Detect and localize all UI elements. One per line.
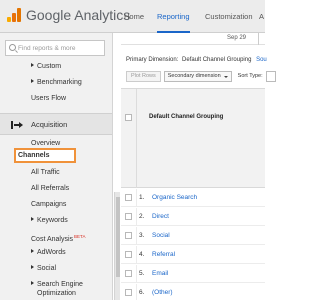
- channels-table: Default Channel Grouping 1. Organic Sear…: [121, 88, 265, 300]
- primary-dimension-value: Default Channel Grouping: [182, 57, 252, 63]
- table-row: 3. Social: [121, 227, 265, 245]
- tab-reporting[interactable]: Reporting: [157, 0, 190, 33]
- row-channel-link[interactable]: Referral: [152, 251, 175, 258]
- primary-dimension-row: Primary Dimension: Default Channel Group…: [126, 57, 267, 63]
- expand-arrow-icon: [31, 217, 34, 221]
- report-search-box[interactable]: [5, 40, 105, 56]
- row-checkbox[interactable]: [125, 213, 132, 220]
- row-index: 3.: [139, 232, 145, 239]
- table-row: 6. (Other): [121, 284, 265, 300]
- expand-arrow-icon: [31, 79, 34, 83]
- table-row: 2. Direct: [121, 208, 265, 226]
- sidebar-item-channels[interactable]: Channels: [18, 151, 50, 161]
- select-all-checkbox[interactable]: [125, 114, 132, 121]
- logo-text: Google Analytics: [26, 7, 131, 23]
- sidebar-section-acquisition[interactable]: Acquisition: [0, 113, 112, 135]
- section-label: Acquisition: [31, 120, 68, 129]
- sidebar-item-social[interactable]: Social: [31, 264, 56, 274]
- row-checkbox[interactable]: [125, 251, 132, 258]
- secondary-dimension-select[interactable]: Secondary dimension: [163, 71, 232, 82]
- sidebar-item-seo-line2[interactable]: Optimization: [37, 289, 76, 299]
- sidebar-item-all-traffic[interactable]: All Traffic: [31, 168, 60, 178]
- row-index: 6.: [139, 289, 145, 296]
- sort-type-label: Sort Type:: [237, 73, 263, 79]
- sidebar-item-cost-analysis[interactable]: Cost AnalysisBETA: [31, 232, 85, 245]
- row-channel-link[interactable]: (Other): [152, 289, 173, 296]
- table-row: 4. Referral: [121, 246, 265, 264]
- sort-type-select[interactable]: [265, 71, 276, 82]
- sidebar-item-campaigns[interactable]: Campaigns: [31, 200, 66, 210]
- row-channel-link[interactable]: Direct: [152, 213, 169, 220]
- chevron-down-icon: [223, 75, 228, 78]
- primary-dimension-label: Primary Dimension:: [126, 57, 179, 63]
- row-channel-link[interactable]: Social: [152, 232, 170, 239]
- table-row: 5. Email: [121, 265, 265, 283]
- expand-arrow-icon: [31, 63, 34, 67]
- row-checkbox[interactable]: [125, 194, 132, 201]
- sidebar-item-custom[interactable]: Custom: [31, 62, 61, 72]
- row-index: 2.: [139, 213, 145, 220]
- row-channel-link[interactable]: Email: [152, 270, 168, 277]
- scrollbar-thumb[interactable]: [116, 197, 120, 277]
- timeline-bar: Sep 29: [121, 33, 265, 45]
- report-toolbar: Plot Rows Secondary dimension Sort Type:: [126, 71, 276, 82]
- row-checkbox[interactable]: [125, 289, 132, 296]
- sidebar-scrollbar[interactable]: [114, 192, 120, 300]
- row-checkbox[interactable]: [125, 270, 132, 277]
- row-checkbox[interactable]: [125, 232, 132, 239]
- date-label: Sep 29: [227, 35, 247, 41]
- analytics-logo-icon: [7, 8, 21, 22]
- primary-dimension-source-link[interactable]: Sou: [256, 57, 267, 63]
- google-analytics-logo[interactable]: Google Analytics: [7, 7, 130, 23]
- sidebar-item-all-referrals[interactable]: All Referrals: [31, 184, 69, 194]
- beta-badge: BETA: [74, 234, 86, 239]
- tab-admin-partial[interactable]: A: [259, 0, 264, 33]
- search-icon: [9, 44, 16, 51]
- acquisition-arrow-icon: [11, 121, 23, 129]
- sidebar-item-users-flow[interactable]: Users Flow: [31, 94, 66, 104]
- tab-customization[interactable]: Customization: [205, 0, 253, 33]
- table-row: 1. Organic Search: [121, 189, 265, 207]
- expand-arrow-icon: [31, 265, 34, 269]
- row-index: 5.: [139, 270, 145, 277]
- table-header: Default Channel Grouping: [121, 89, 265, 188]
- sidebar: Custom Benchmarking Users Flow Acquisiti…: [0, 33, 113, 300]
- tab-home[interactable]: Home: [124, 0, 144, 33]
- expand-arrow-icon: [31, 281, 34, 285]
- report-search-input[interactable]: [18, 42, 104, 54]
- top-header: Google Analytics Home Reporting Customiz…: [0, 0, 265, 33]
- sidebar-item-keywords[interactable]: Keywords: [31, 216, 68, 226]
- sidebar-item-benchmarking[interactable]: Benchmarking: [31, 78, 82, 88]
- sidebar-item-adwords[interactable]: AdWords: [31, 248, 66, 258]
- column-header-channel-grouping[interactable]: Default Channel Grouping: [149, 114, 223, 120]
- expand-arrow-icon: [31, 249, 34, 253]
- plot-rows-button[interactable]: Plot Rows: [126, 71, 161, 82]
- row-channel-link[interactable]: Organic Search: [152, 194, 197, 201]
- row-index: 1.: [139, 194, 145, 201]
- row-index: 4.: [139, 251, 145, 258]
